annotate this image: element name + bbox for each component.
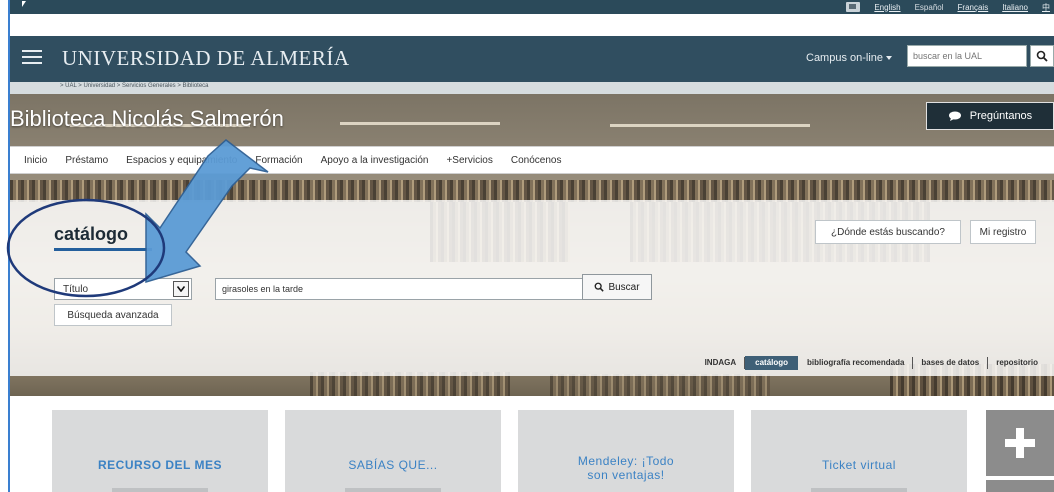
more-button-stub: [986, 480, 1054, 492]
where-searching-button[interactable]: ¿Dónde estás buscando?: [815, 220, 961, 244]
nav-item-conocenos[interactable]: Conócenos: [511, 155, 562, 166]
more-button[interactable]: [986, 410, 1054, 476]
nav-item-investigacion[interactable]: Apoyo a la investigación: [321, 155, 429, 166]
tab-indaga[interactable]: INDAGA: [697, 357, 746, 369]
site-search-button[interactable]: [1030, 45, 1054, 67]
nav-item-formacion[interactable]: Formación: [255, 155, 302, 166]
card-title: Ticket virtual: [822, 458, 896, 472]
catalog-search-panel: catálogo ¿Dónde estás buscando? Mi regis…: [10, 200, 1054, 376]
featured-cards: RECURSO DEL MES SABÍAS QUE... Mendeley: …: [10, 396, 1054, 492]
my-record-button[interactable]: Mi registro: [970, 220, 1036, 244]
bookshelf: [550, 374, 770, 396]
advanced-search-button[interactable]: Búsqueda avanzada: [54, 304, 172, 326]
catalog-underline: [54, 248, 152, 251]
library-title: Biblioteca Nicolás Salmerón: [10, 106, 284, 131]
window-frame: [0, 0, 10, 492]
catalog-search-button[interactable]: Buscar: [582, 274, 652, 300]
breadcrumb-bar: > UAL > Universidad > Servicios Generale…: [10, 82, 1054, 94]
catalog-query-input[interactable]: [215, 278, 585, 300]
catalog-search-label: Buscar: [608, 281, 640, 293]
chat-bubble-icon: [948, 111, 961, 121]
ask-us-label: Pregúntanos: [969, 110, 1033, 122]
tab-repositorio[interactable]: repositorio: [988, 357, 1046, 369]
lang-francais-link[interactable]: Français: [958, 3, 989, 12]
card-mendeley[interactable]: Mendeley: ¡Todo son ventajas!: [518, 410, 734, 492]
campus-online-dropdown[interactable]: Campus on-line: [798, 44, 900, 72]
card-text-stub: [345, 488, 441, 492]
search-field-value: Título: [63, 284, 89, 295]
tab-bibliografia[interactable]: bibliografía recomendada: [799, 357, 914, 369]
lang-espanol-link[interactable]: Español: [915, 3, 944, 12]
card-text-stub: [811, 488, 907, 492]
chevron-down-icon: [886, 56, 893, 61]
menu-icon[interactable]: [22, 50, 42, 66]
card-sabias-que[interactable]: SABÍAS QUE...: [285, 410, 501, 492]
lang-italiano-link[interactable]: Italiano: [1002, 3, 1028, 12]
card-text-stub: [112, 488, 208, 492]
tab-catalogo[interactable]: catálogo: [745, 356, 799, 370]
search-icon: [595, 282, 605, 292]
nav-item-inicio[interactable]: Inicio: [24, 155, 47, 166]
site-search-input[interactable]: [907, 45, 1027, 67]
library-banner: Biblioteca Nicolás Salmerón Pregúntanos …: [10, 94, 1054, 396]
lang-chinese-link[interactable]: 中: [1042, 2, 1050, 13]
card-title: Mendeley: ¡Todo son ventajas!: [577, 454, 675, 482]
campus-online-label: Campus on-line: [806, 52, 884, 64]
bookshelf: [10, 180, 1054, 202]
search-field-select[interactable]: Título: [54, 278, 192, 300]
card-title: SABÍAS QUE...: [348, 458, 438, 472]
tab-bases-de-datos[interactable]: bases de datos: [913, 357, 989, 369]
main-nav: Inicio Préstamo Espacios y equipamiento …: [10, 146, 1054, 174]
cursor-icon: [22, 1, 26, 7]
chevron-down-icon: [173, 281, 189, 297]
card-recurso-del-mes[interactable]: RECURSO DEL MES: [52, 410, 268, 492]
header-spacer: [10, 14, 1054, 36]
nav-item-espacios[interactable]: Espacios y equipamiento: [126, 155, 237, 166]
breadcrumb[interactable]: > UAL > Universidad > Servicios Generale…: [60, 83, 209, 89]
top-header: UNIVERSIDAD DE ALMERÍA Campus on-line: [10, 36, 1054, 82]
search-icon: [1036, 50, 1048, 62]
lang-english-link[interactable]: English: [874, 3, 900, 12]
nav-item-servicios[interactable]: +Servicios: [446, 155, 492, 166]
ceiling-light: [610, 124, 810, 127]
card-ticket-virtual[interactable]: Ticket virtual: [751, 410, 967, 492]
plus-icon: [1005, 428, 1035, 458]
nav-item-prestamo[interactable]: Préstamo: [65, 155, 108, 166]
card-title: RECURSO DEL MES: [98, 458, 222, 472]
university-title[interactable]: UNIVERSIDAD DE ALMERÍA: [62, 46, 350, 71]
search-source-tabs: INDAGA catálogo bibliografía recomendada…: [697, 356, 1046, 370]
language-bar: English Español Français Italiano 中: [10, 0, 1054, 14]
ask-us-button[interactable]: Pregúntanos: [926, 102, 1054, 130]
catalog-title: catálogo: [54, 224, 129, 244]
ceiling-light: [340, 122, 500, 125]
language-flag-icon: [846, 2, 861, 12]
